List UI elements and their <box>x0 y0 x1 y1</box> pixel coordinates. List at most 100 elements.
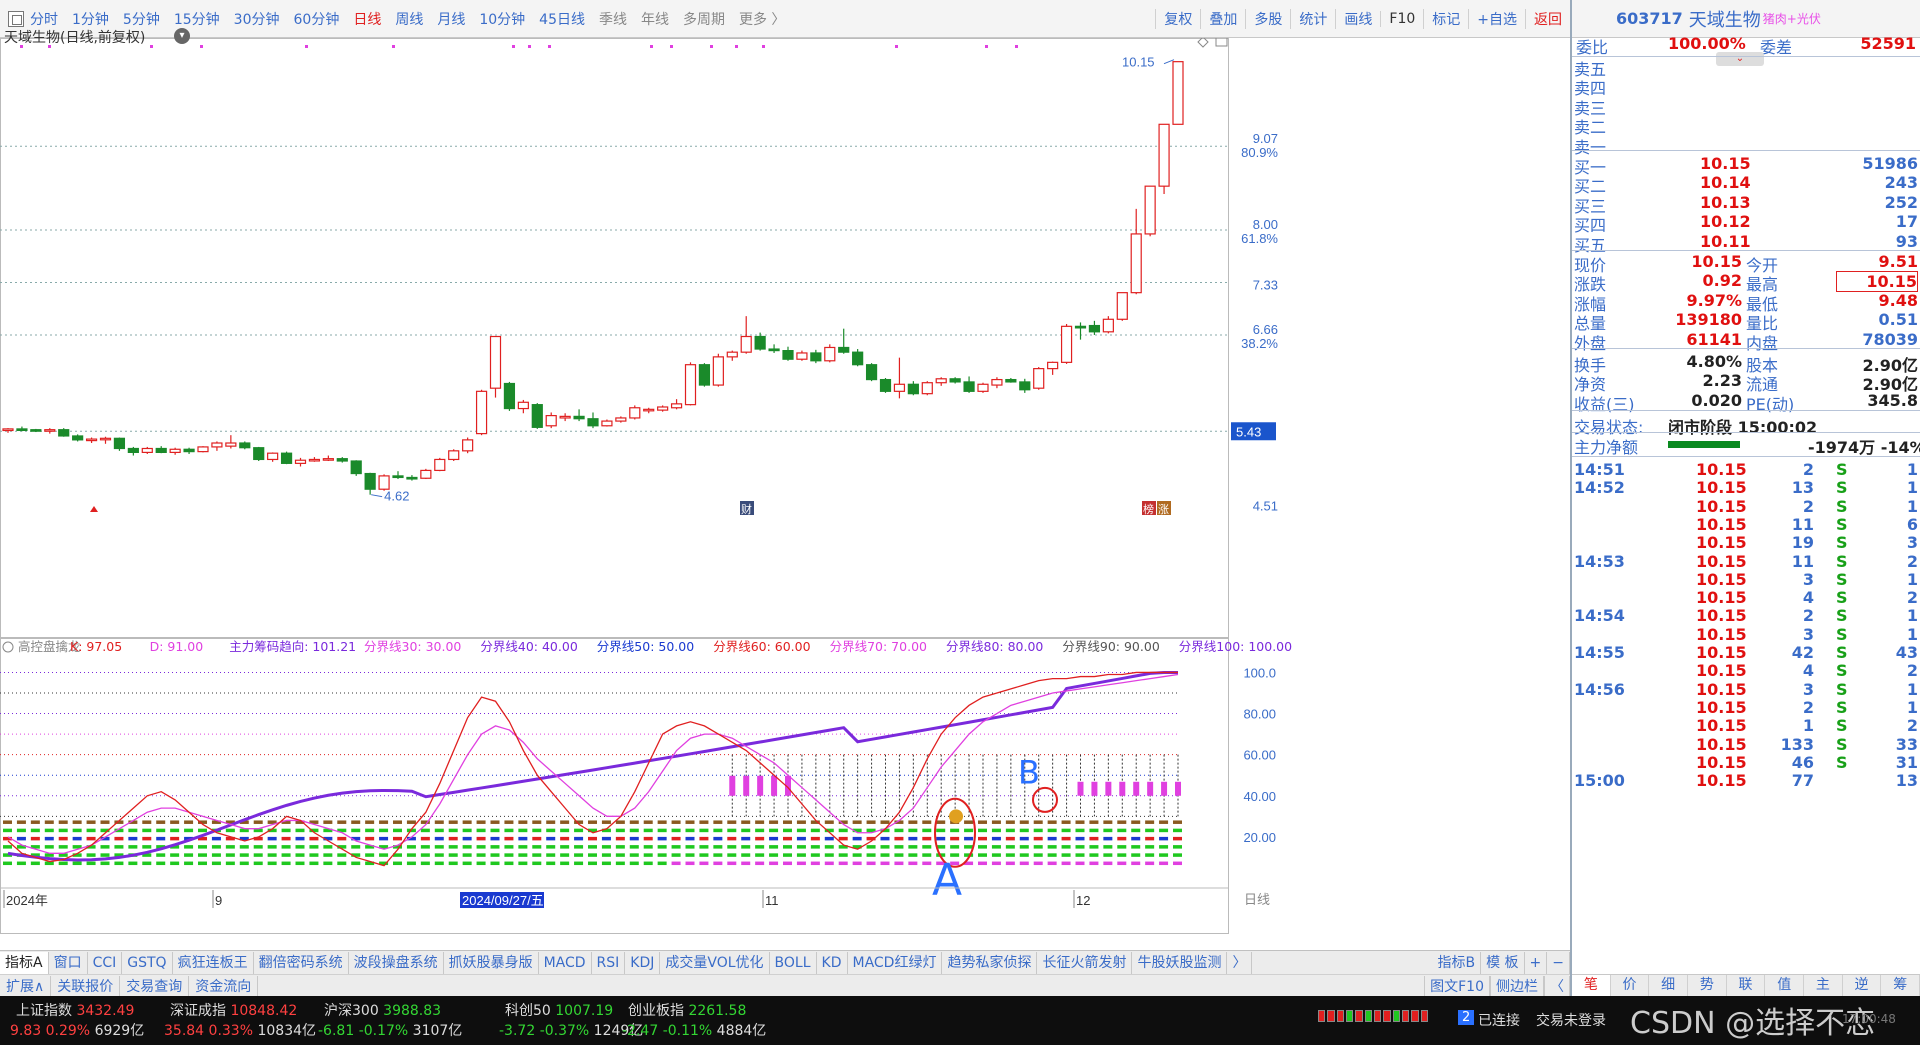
tool-button-8[interactable]: 返回 <box>1525 9 1570 29</box>
tool-button-3[interactable]: 统计 <box>1290 9 1335 29</box>
indicator-tab-right-0[interactable]: 指标B <box>1432 951 1482 974</box>
band-cell-48-4 <box>671 853 681 857</box>
concept-tag[interactable]: 猪肉+光伏 <box>1763 10 1821 27</box>
indicator-tab-10[interactable]: KDJ <box>625 951 661 974</box>
extension-tab-1[interactable]: 关联报价 <box>51 975 121 996</box>
candlestick-chart[interactable]: 9.0780.9% 8.0061.8% 7.33 6.6638.2% 4.51 5.43 1… <box>0 38 1570 638</box>
panel-tab-0[interactable]: 笔 <box>1572 975 1611 996</box>
panel-tab-1[interactable]: 价 <box>1611 975 1650 996</box>
indicator-tab-1[interactable]: 窗口 <box>49 951 88 974</box>
index-4[interactable]: 创业板指 2261.58 <box>628 1000 746 1020</box>
period-tab-14[interactable]: 更多 〉 <box>739 9 785 29</box>
finance-marker[interactable]: 财 <box>740 501 754 516</box>
band-cell-12-2 <box>170 836 180 841</box>
period-tab-8[interactable]: 月线 <box>437 9 465 29</box>
period-tab-1[interactable]: 1分钟 <box>72 9 109 29</box>
window-menu-icon[interactable] <box>8 10 24 27</box>
chevron-down-icon[interactable]: ▾ <box>174 28 190 44</box>
panel-tab-5[interactable]: 值 <box>1765 975 1805 996</box>
band-cell-8-2 <box>114 836 124 841</box>
candle-56 <box>782 346 794 361</box>
index-3[interactable]: 科创50 1007.19 <box>505 1000 613 1020</box>
indicator-chart[interactable]: 高控盘擒龙K: 97.05 D: 91.00 主力筹码趋向: 101.21 分界线30… <box>0 638 1570 934</box>
indicator-gear-icon[interactable] <box>2 641 14 653</box>
indicator-tab-9[interactable]: RSI <box>592 951 626 974</box>
indicator-tab-13[interactable]: KD <box>817 951 848 974</box>
restore-icon[interactable] <box>1215 38 1228 47</box>
panel-tab-4[interactable]: 联 <box>1727 975 1766 996</box>
extension-tab-right-2[interactable]: 〈 <box>1544 976 1570 996</box>
band-cell-4-3 <box>58 845 68 849</box>
panel-tab-6[interactable]: 主 <box>1804 975 1843 996</box>
period-tab-5[interactable]: 60分钟 <box>294 9 340 29</box>
band-cell-35-4 <box>490 853 500 857</box>
indicator-tab-17[interactable]: 牛股妖股监测 <box>1132 951 1228 974</box>
period-tab-12[interactable]: 年线 <box>641 9 669 29</box>
indicator-tab-0[interactable]: 指标A <box>0 951 49 974</box>
index-0[interactable]: 上证指数 3432.49 <box>16 1000 134 1020</box>
sep-2 <box>1572 150 1920 151</box>
tool-button-1[interactable]: 叠加 <box>1200 9 1245 29</box>
band-cell-81-0 <box>1131 820 1141 824</box>
panel-tab-8[interactable]: 筹 <box>1881 975 1920 996</box>
band-cell-4-2 <box>58 836 68 841</box>
tool-button-7[interactable]: +自选 <box>1468 9 1525 29</box>
indicator-tab-6[interactable]: 波段操盘系统 <box>349 951 444 974</box>
panel-tab-7[interactable]: 逆 <box>1843 975 1882 996</box>
indicator-tab-14[interactable]: MACD红绿灯 <box>848 951 943 974</box>
extension-tab-right-1[interactable]: 侧边栏 <box>1490 976 1544 996</box>
indicator-tab-15[interactable]: 趋势私家侦探 <box>942 951 1038 974</box>
buy-price-4: 10.11 <box>1700 231 1751 251</box>
band-cell-48-3 <box>671 845 681 849</box>
indicator-tab-right-3[interactable]: − <box>1547 951 1570 974</box>
indicator-tab-4[interactable]: 疯狂连板王 <box>173 951 254 974</box>
period-tab-4[interactable]: 30分钟 <box>234 9 280 29</box>
indicator-tabs-right: 指标B 模 板 + − <box>1432 951 1570 974</box>
indicator-tab-16[interactable]: 长征火箭发射 <box>1037 951 1133 974</box>
index-1[interactable]: 深证成指 10848.42 <box>170 1000 297 1020</box>
extension-tab-right-0[interactable]: 图文F10 <box>1424 976 1490 996</box>
period-tab-0[interactable]: 分时 <box>30 9 58 29</box>
index-2[interactable]: 沪深300 3988.83 <box>324 1000 441 1020</box>
indicator-tab-3[interactable]: GSTQ <box>122 951 173 974</box>
extension-tab-2[interactable]: 交易查询 <box>120 975 190 996</box>
tool-button-5[interactable]: F10 <box>1380 11 1423 27</box>
tool-button-4[interactable]: 画线 <box>1335 9 1380 29</box>
band-cell-63-3 <box>880 845 890 849</box>
period-tab-2[interactable]: 5分钟 <box>123 9 160 29</box>
trade-login-status[interactable]: 交易未登录 <box>1536 1010 1606 1030</box>
limit-up-marker[interactable]: 涨 <box>1157 501 1171 516</box>
panel-tab-2[interactable]: 细 <box>1649 975 1689 996</box>
indicator-tab-2[interactable]: CCI <box>88 951 123 974</box>
indicator-tab-7[interactable]: 抓妖股暴身版 <box>444 951 539 974</box>
band-cell-65-2 <box>908 836 918 841</box>
indicator-tab-18[interactable]: 〉 <box>1227 951 1253 974</box>
period-tab-9[interactable]: 10分钟 <box>479 9 525 29</box>
period-tab-3[interactable]: 15分钟 <box>174 9 220 29</box>
period-tab-11[interactable]: 季线 <box>599 9 627 29</box>
tool-button-2[interactable]: 多股 <box>1245 9 1290 29</box>
band-cell-37-3 <box>518 845 528 849</box>
extension-tab-0[interactable]: 扩展∧ <box>0 975 52 996</box>
index-amount: 10834亿 <box>257 1023 317 1039</box>
panel-tab-3[interactable]: 势 <box>1688 975 1727 996</box>
indicator-tab-right-2[interactable]: + <box>1525 951 1548 974</box>
period-tab-10[interactable]: 45日线 <box>539 9 585 29</box>
band-cell-32-2 <box>448 836 458 841</box>
diamond-icon[interactable] <box>1197 38 1209 48</box>
extension-tab-3[interactable]: 资金流向 <box>189 975 259 996</box>
period-tab-6[interactable]: 日线 <box>353 9 381 29</box>
indicator-tab-12[interactable]: BOLL <box>770 951 817 974</box>
indicator-tab-5[interactable]: 翻倍密码系统 <box>254 951 349 974</box>
indicator-tick-1: 80.00 <box>1243 707 1276 722</box>
period-tab-13[interactable]: 多周期 <box>683 9 725 29</box>
index-name: 创业板指 <box>628 1003 689 1019</box>
indicator-tab-right-1[interactable]: 模 板 <box>1481 951 1525 974</box>
band-cell-13-0 <box>184 820 194 824</box>
ranking-marker[interactable]: 榜 <box>1142 501 1156 516</box>
indicator-tab-11[interactable]: 成交量VOL优化 <box>660 951 770 974</box>
tool-button-6[interactable]: 标记 <box>1423 9 1468 29</box>
tool-button-0[interactable]: 复权 <box>1155 9 1200 29</box>
period-tab-7[interactable]: 周线 <box>395 9 423 29</box>
indicator-tab-8[interactable]: MACD <box>539 951 592 974</box>
